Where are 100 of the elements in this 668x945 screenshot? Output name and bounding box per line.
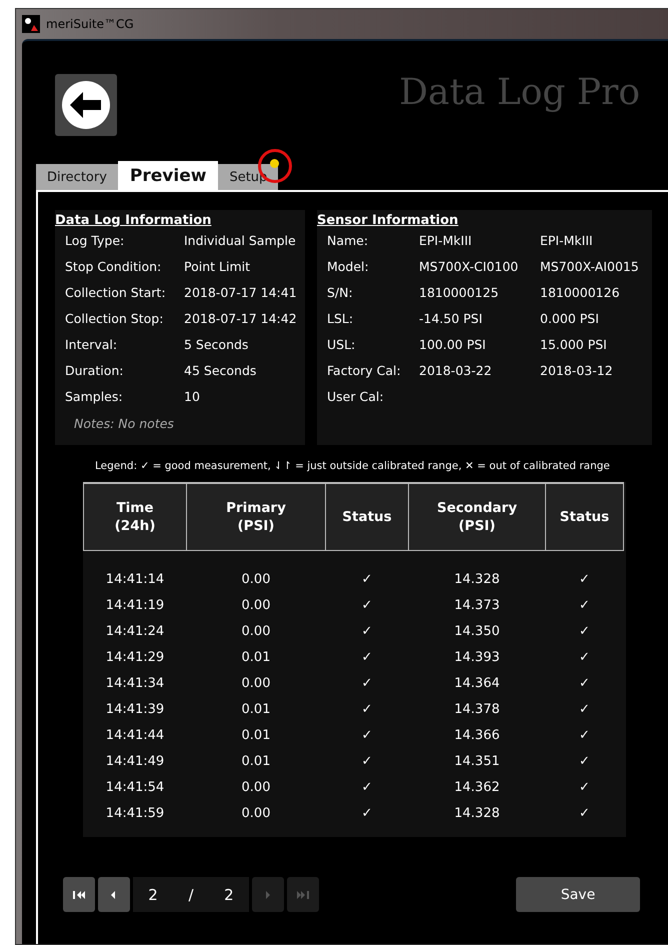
table-cell-text: 14:41:54 [104,778,166,796]
table-cell-text: ✓ [578,622,591,640]
section-title: Data Log Information [55,213,212,228]
table-cell-text: ✓ [360,752,374,770]
field-value: 100.00 PSI [419,336,487,354]
table-cell-text: 14:41:34 [104,674,166,692]
field-label: User Cal: [327,388,385,406]
table-cell-text: 0.00 [240,674,272,692]
field-value: 2018-07-17 14:42 [184,310,298,328]
tab[interactable]: Directory [36,164,118,190]
field-value: 1810000125 [419,284,500,302]
table-cell-text: 14:41:19 [104,596,166,614]
field-value: 45 Seconds [184,362,258,380]
field-value: EPI-MkIII [419,232,473,250]
table-cell-text: ✓ [578,596,591,614]
field-label: Stop Condition: [65,258,162,276]
field-label: Collection Stop: [65,310,164,328]
table-cell-text: 14.373 [453,596,501,614]
table-cell-text: 14.328 [453,804,501,822]
field-value: 2018-03-12 [540,362,614,380]
column-header: Time (24h) [84,483,186,550]
back-button[interactable] [55,74,117,136]
tab[interactable]: Preview [118,161,218,190]
column-header: Status [326,483,408,550]
field-label: S/N: [327,284,354,302]
field-label: USL: [327,336,356,354]
table-cell-text: 14.364 [453,674,501,692]
field-value: MS700X-AI0015 [540,258,640,276]
table-cell-text: 0.01 [240,752,272,770]
window-title: meriSuite™CG [46,17,134,31]
field-value: 0.000 PSI [540,310,600,328]
table-cell-text: 14:41:44 [104,726,166,744]
table-cell-text: 14:41:39 [104,700,166,718]
notes-text: Notes: No notes [73,415,175,431]
field-value: -14.50 PSI [419,310,484,328]
app-title: Data Log Pro [399,72,640,113]
field-label: Collection Start: [65,284,167,302]
table-cell: ✓ [546,550,624,592]
table-cell-text: 14:41:59 [104,804,166,822]
table-cell-text: 0.00 [240,804,272,822]
field-value: Individual Sample [184,232,297,250]
column-header: Secondary (PSI) [408,483,546,550]
table-cell: ✓ [326,550,408,592]
column-header: Primary (PSI) [186,483,326,550]
field-value: 1810000126 [540,284,621,302]
table-cell-text: 14.351 [453,752,501,770]
field-label: Samples: [65,388,124,406]
table-cell-text: 14.362 [453,778,501,796]
table-cell-text: 14.393 [453,648,501,666]
page-separator: / [188,886,194,904]
table-cell: 14.328 [408,550,546,592]
field-value: 5 Seconds [184,336,250,354]
table-cell-text: ✓ [578,674,591,692]
table-cell-text: 0.01 [240,726,272,744]
table-cell-text: ✓ [360,622,374,640]
table-cell-text: ✓ [578,648,591,666]
table-cell-text: 0.01 [240,700,272,718]
table-cell-text: 14.366 [453,726,501,744]
app-icon [22,15,40,33]
first-page-button[interactable] [63,877,95,912]
table-cell-text: 14:41:49 [104,752,166,770]
alert-dot [270,159,280,168]
field-value: 2018-03-22 [419,362,493,380]
field-label: Factory Cal: [327,362,402,380]
table-cell-text: 14.350 [453,622,501,640]
field-label: LSL: [327,310,354,328]
table-cell-text: ✓ [360,700,374,718]
table-cell: 14:41:14 [84,550,186,592]
field-value: 15.000 PSI [540,336,608,354]
table-cell-text: ✓ [360,804,374,822]
field-label: Log Type: [65,232,126,250]
table-cell-text: 14:41:24 [104,622,166,640]
field-label: Name: [327,232,370,250]
table-cell-text: 14:41:29 [104,648,166,666]
table-cell-text: 0.00 [240,622,272,640]
field-label: Duration: [65,362,125,380]
table-cell-text: ✓ [360,778,374,796]
table-cell-text: 0.00 [240,778,272,796]
field-value: 10 [184,388,201,406]
table-cell-text: 14.378 [453,700,501,718]
table-cell-text: ✓ [360,596,374,614]
legend-text: Legend: ✓ = good measurement, ⇃↾ = just outside calibrated range, ✕ = out of calibrated range [95,460,611,472]
save-button[interactable]: Save [516,877,640,912]
field-value: MS700X-CI0100 [419,258,520,276]
table-cell-text: ✓ [578,700,591,718]
table-cell-text: 0.00 [240,596,272,614]
field-value: Point Limit [184,258,251,276]
page-total: 2 [224,886,234,904]
table-cell-text: ✓ [360,726,374,744]
table-cell-text: 0.01 [240,648,272,666]
field-label: Interval: [65,336,118,354]
field-value: EPI-MkIII [540,232,594,250]
table-cell-text: ✓ [360,648,374,666]
page-number: 2 [148,886,158,904]
skip-last-icon [296,890,310,900]
field-value: 2018-07-17 14:41 [184,284,298,302]
skip-first-icon [72,890,86,900]
table-cell-text: ✓ [578,726,591,744]
table-cell-text: ✓ [578,804,591,822]
column-header: Status [546,483,624,550]
